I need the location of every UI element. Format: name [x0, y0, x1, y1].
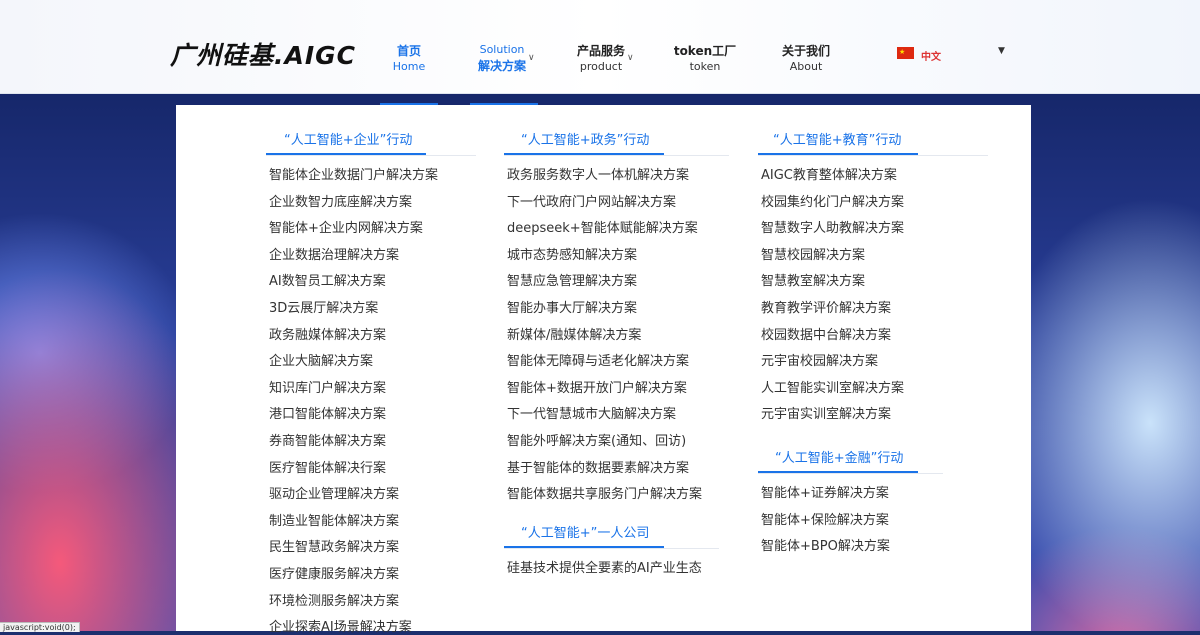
- menu-link-enterprise[interactable]: 知识库门户解决方案: [269, 377, 386, 396]
- chevron-down-icon: ∨: [627, 53, 634, 63]
- nav-home-label: 首页: [396, 44, 421, 58]
- menu-link-finance[interactable]: 智能体+保险解决方案: [761, 509, 889, 528]
- nav-token-label: token工厂: [673, 44, 737, 58]
- section-title-education: “人工智能+教育”行动: [773, 133, 902, 148]
- menu-link-enterprise[interactable]: 企业大脑解决方案: [269, 350, 373, 369]
- menu-link-education[interactable]: 智慧数字人助教解决方案: [761, 217, 904, 236]
- menu-link-enterprise[interactable]: AI数智员工解决方案: [269, 270, 386, 289]
- menu-link-education[interactable]: 教育教学评价解决方案: [761, 297, 891, 316]
- menu-link-government[interactable]: 基于智能体的数据要素解决方案: [507, 457, 689, 476]
- menu-link-enterprise[interactable]: 制造业智能体解决方案: [269, 510, 399, 529]
- menu-link-enterprise[interactable]: 医疗健康服务解决方案: [269, 563, 399, 582]
- menu-link-government[interactable]: 新媒体/融媒体解决方案: [507, 324, 641, 343]
- menu-link-enterprise[interactable]: 智能体企业数据门户解决方案: [269, 164, 438, 183]
- nav-solution-label: 解决方案: [477, 59, 526, 73]
- menu-link-government[interactable]: 下一代智慧城市大脑解决方案: [507, 403, 676, 422]
- nav-solution-sub: Solution: [479, 43, 525, 56]
- menu-link-government[interactable]: deepseek+智能体赋能解决方案: [507, 217, 698, 236]
- section-title-enterprise: “人工智能+企业”行动: [284, 133, 413, 148]
- menu-link-government[interactable]: 智能体+数据开放门户解决方案: [507, 377, 687, 396]
- menu-link-education[interactable]: 人工智能实训室解决方案: [761, 377, 904, 396]
- site-logo[interactable]: 广州硅基.AIGC: [170, 36, 356, 72]
- menu-link-finance[interactable]: 智能体+证券解决方案: [761, 482, 889, 501]
- section-underline: [758, 153, 918, 155]
- nav-about[interactable]: 关于我们 About: [776, 43, 836, 75]
- section-title-finance: “人工智能+金融”行动: [775, 451, 904, 466]
- menu-link-enterprise[interactable]: 智能体+企业内网解决方案: [269, 217, 423, 236]
- menu-link-government[interactable]: 智能外呼解决方案(通知、回访): [507, 430, 686, 449]
- menu-link-government[interactable]: 政务服务数字人一体机解决方案: [507, 164, 689, 183]
- menu-link-enterprise[interactable]: 驱动企业管理解决方案: [269, 483, 399, 502]
- menu-link-enterprise[interactable]: 企业数据治理解决方案: [269, 244, 399, 263]
- menu-link-finance[interactable]: 智能体+BPO解决方案: [761, 535, 890, 554]
- chevron-down-icon: ∨: [528, 53, 535, 63]
- section-divider: [758, 155, 988, 156]
- section-title-company: “人工智能+”一人公司: [521, 526, 650, 541]
- menu-link-government[interactable]: 智能体数据共享服务门户解决方案: [507, 483, 702, 502]
- section-underline: [504, 153, 664, 155]
- nav-product[interactable]: 产品服务 product: [572, 43, 630, 75]
- section-divider: [504, 155, 729, 156]
- section-title-government: “人工智能+政务”行动: [521, 133, 650, 148]
- nav-product-sub: product: [579, 60, 623, 73]
- nav-home[interactable]: 首页 Home: [390, 43, 428, 75]
- china-flag-icon[interactable]: ★: [897, 47, 914, 59]
- caret-down-icon[interactable]: ▼: [998, 46, 1005, 56]
- menu-link-education[interactable]: AIGC教育整体解决方案: [761, 164, 897, 183]
- section-divider: [758, 473, 943, 474]
- language-selector[interactable]: 中文: [921, 48, 941, 63]
- nav-product-label: 产品服务: [576, 44, 625, 58]
- menu-link-enterprise[interactable]: 企业探索AI场景解决方案: [269, 616, 412, 635]
- section-underline: [266, 153, 426, 155]
- menu-link-enterprise[interactable]: 企业数智力底座解决方案: [269, 191, 412, 210]
- menu-link-enterprise[interactable]: 医疗智能体解决行案: [269, 457, 386, 476]
- menu-link-education[interactable]: 元宇宙校园解决方案: [761, 350, 878, 369]
- menu-link-education[interactable]: 校园集约化门户解决方案: [761, 191, 904, 210]
- menu-link-enterprise[interactable]: 民生智慧政务解决方案: [269, 536, 399, 555]
- menu-link-company[interactable]: 硅基技术提供全要素的AI产业生态: [507, 557, 702, 576]
- section-divider: [266, 155, 476, 156]
- menu-link-enterprise[interactable]: 政务融媒体解决方案: [269, 324, 386, 343]
- menu-link-government[interactable]: 智能体无障碍与适老化解决方案: [507, 350, 689, 369]
- nav-token[interactable]: token工厂 token: [670, 43, 740, 75]
- menu-link-government[interactable]: 下一代政府门户网站解决方案: [507, 191, 676, 210]
- nav-home-sub: Home: [392, 60, 426, 73]
- nav-about-label: 关于我们: [781, 44, 830, 58]
- menu-link-education[interactable]: 校园数据中台解决方案: [761, 324, 891, 343]
- solution-dropdown-panel: “人工智能+企业”行动 智能体企业数据门户解决方案 企业数智力底座解决方案 智能体+…: [176, 105, 1031, 635]
- menu-link-enterprise[interactable]: 港口智能体解决方案: [269, 403, 386, 422]
- nav-about-sub: About: [789, 60, 823, 73]
- nav-token-sub: token: [689, 60, 721, 73]
- menu-link-enterprise[interactable]: 环境检测服务解决方案: [269, 590, 399, 609]
- section-divider: [504, 548, 719, 549]
- section-underline: [758, 471, 918, 473]
- menu-link-enterprise[interactable]: 券商智能体解决方案: [269, 430, 386, 449]
- menu-link-government[interactable]: 智能办事大厅解决方案: [507, 297, 637, 316]
- section-underline: [504, 546, 664, 548]
- menu-link-education[interactable]: 元宇宙实训室解决方案: [761, 403, 891, 422]
- nav-solution[interactable]: Solution 解决方案: [472, 42, 532, 74]
- menu-link-government[interactable]: 城市态势感知解决方案: [507, 244, 637, 263]
- menu-link-government[interactable]: 智慧应急管理解决方案: [507, 270, 637, 289]
- site-header: 广州硅基.AIGC 首页 Home Solution 解决方案 ∨ 产品服务 p…: [0, 0, 1200, 94]
- menu-link-education[interactable]: 智慧教室解决方案: [761, 270, 865, 289]
- menu-link-education[interactable]: 智慧校园解决方案: [761, 244, 865, 263]
- menu-link-enterprise[interactable]: 3D云展厅解决方案: [269, 297, 378, 316]
